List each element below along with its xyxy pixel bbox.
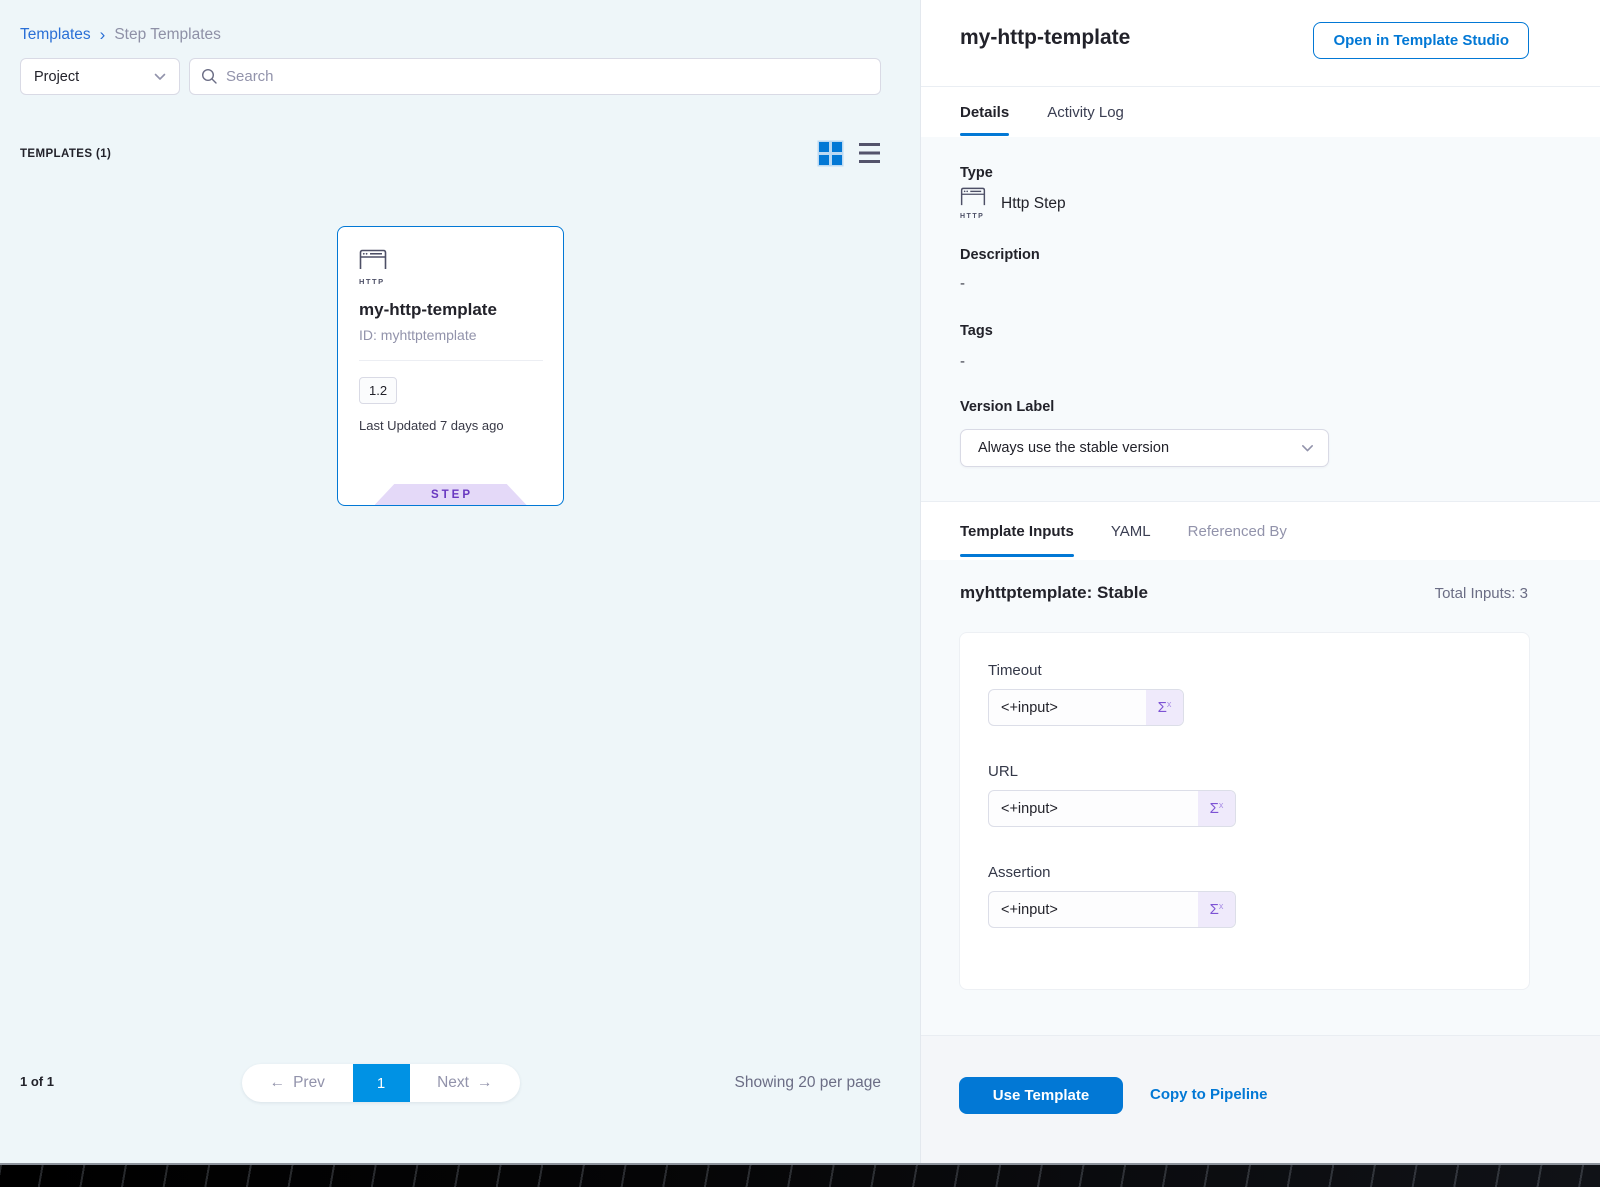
tags-label: Tags: [960, 323, 993, 339]
details-section: Type HTTP Http Step Description - Tags -…: [921, 137, 1600, 501]
template-card-id: ID: myhttptemplate: [359, 327, 543, 343]
arrow-left-icon: ←: [270, 1074, 286, 1092]
breadcrumb-templates-link[interactable]: Templates: [20, 26, 91, 44]
page-summary: 1 of 1: [20, 1074, 54, 1089]
arrow-right-icon: →: [477, 1074, 493, 1092]
breadcrumb-current: Step Templates: [114, 26, 221, 44]
tab-activity-log-label: Activity Log: [1047, 104, 1124, 121]
type-label: Type: [960, 165, 993, 181]
search-icon: [201, 68, 218, 85]
total-inputs-label: Total Inputs: 3: [1435, 585, 1528, 602]
templates-list-panel: Templates › Step Templates Project TEMPL…: [0, 0, 920, 1163]
active-tab-underline: [960, 554, 1074, 557]
http-step-icon: HTTP: [960, 187, 990, 220]
card-divider: [359, 360, 543, 361]
tags-value: -: [960, 353, 965, 370]
assertion-input-value[interactable]: <+input>: [989, 902, 1198, 918]
active-tab-underline: [960, 133, 1009, 136]
version-badge: 1.2: [359, 377, 397, 404]
tab-referenced-by[interactable]: Referenced By: [1188, 502, 1287, 561]
http-icon-label: HTTP: [960, 213, 990, 220]
chevron-down-icon: [154, 73, 166, 81]
current-page-button[interactable]: 1: [353, 1064, 410, 1102]
pagination: ← Prev 1 Next →: [242, 1064, 520, 1102]
breadcrumb: Templates › Step Templates: [20, 26, 221, 44]
http-step-icon: HTTP: [359, 249, 389, 286]
template-card[interactable]: HTTP my-http-template ID: myhttptemplate…: [337, 226, 564, 506]
assertion-label: Assertion: [988, 864, 1051, 881]
list-view-icon[interactable]: [859, 143, 880, 165]
expression-icon[interactable]: Σx: [1198, 892, 1235, 927]
timeout-input: <+input> Σx: [988, 689, 1184, 726]
next-page-button[interactable]: Next →: [410, 1064, 521, 1102]
chevron-down-icon: [1301, 444, 1314, 453]
prev-page-button[interactable]: ← Prev: [242, 1064, 353, 1102]
url-input: <+input> Σx: [988, 790, 1236, 827]
details-title: my-http-template: [960, 26, 1130, 50]
last-updated-text: Last Updated 7 days ago: [359, 418, 543, 433]
inputs-heading: myhttptemplate: Stable: [960, 583, 1148, 603]
details-header: my-http-template Open in Template Studio: [921, 0, 1600, 86]
templates-count-label: TEMPLATES (1): [20, 148, 111, 160]
copy-to-pipeline-link[interactable]: Copy to Pipeline: [1150, 1086, 1268, 1103]
breadcrumb-chevron-icon: ›: [100, 26, 106, 43]
http-icon-label: HTTP: [359, 277, 389, 286]
expression-icon[interactable]: Σx: [1198, 791, 1235, 826]
sigma-glyph: Σ: [1158, 699, 1167, 716]
prev-label: Prev: [293, 1074, 325, 1092]
version-select[interactable]: Always use the stable version: [960, 429, 1329, 467]
app-window: Templates › Step Templates Project TEMPL…: [0, 0, 1600, 1187]
sigma-glyph: Σ: [1210, 901, 1219, 918]
tab-yaml[interactable]: YAML: [1111, 502, 1151, 561]
tab-details[interactable]: Details: [960, 87, 1009, 138]
sigma-sup-glyph: x: [1219, 901, 1224, 911]
next-label: Next: [437, 1074, 469, 1092]
version-label: Version Label: [960, 399, 1054, 415]
tab-template-inputs-label: Template Inputs: [960, 523, 1074, 540]
per-page-label: Showing 20 per page: [734, 1074, 881, 1092]
inputs-tab-bar: Template Inputs YAML Referenced By: [921, 501, 1600, 560]
sigma-sup-glyph: x: [1219, 800, 1224, 810]
scope-select-value: Project: [34, 69, 79, 85]
description-label: Description: [960, 247, 1040, 263]
tab-template-inputs[interactable]: Template Inputs: [960, 502, 1074, 561]
timeout-input-value[interactable]: <+input>: [989, 700, 1146, 716]
url-label: URL: [988, 763, 1018, 780]
sigma-sup-glyph: x: [1167, 699, 1172, 709]
use-template-button[interactable]: Use Template: [959, 1077, 1123, 1114]
type-value: Http Step: [1001, 195, 1066, 213]
sigma-glyph: Σ: [1210, 800, 1219, 817]
search-input[interactable]: [226, 68, 869, 85]
open-template-studio-button[interactable]: Open in Template Studio: [1313, 22, 1529, 59]
url-input-value[interactable]: <+input>: [989, 801, 1198, 817]
tab-details-label: Details: [960, 104, 1009, 121]
template-card-title: my-http-template: [359, 300, 543, 320]
version-select-value: Always use the stable version: [978, 440, 1169, 456]
inputs-card: Timeout <+input> Σx URL <+input> Σx Asse…: [959, 632, 1530, 990]
template-details-panel: my-http-template Open in Template Studio…: [920, 0, 1600, 1163]
tab-yaml-label: YAML: [1111, 523, 1151, 540]
grid-view-icon[interactable]: [819, 142, 843, 166]
details-tab-bar: Details Activity Log: [921, 86, 1600, 137]
search-box: [189, 58, 881, 95]
timeout-label: Timeout: [988, 662, 1042, 679]
template-inputs-section: myhttptemplate: Stable Total Inputs: 3 T…: [921, 560, 1600, 1035]
templates-page: Templates › Step Templates Project TEMPL…: [0, 0, 1600, 1163]
tab-referenced-by-label: Referenced By: [1188, 523, 1287, 540]
view-toggles: [819, 142, 880, 166]
tab-activity-log[interactable]: Activity Log: [1047, 87, 1124, 138]
step-type-ribbon: STEP: [375, 484, 527, 505]
desktop-wallpaper-strip: [0, 1163, 1600, 1187]
type-value-row: HTTP Http Step: [960, 187, 1066, 220]
scope-select[interactable]: Project: [20, 58, 180, 95]
details-footer: Use Template Copy to Pipeline: [921, 1035, 1600, 1163]
expression-icon[interactable]: Σx: [1146, 690, 1183, 725]
assertion-input: <+input> Σx: [988, 891, 1236, 928]
description-value: -: [960, 275, 965, 292]
